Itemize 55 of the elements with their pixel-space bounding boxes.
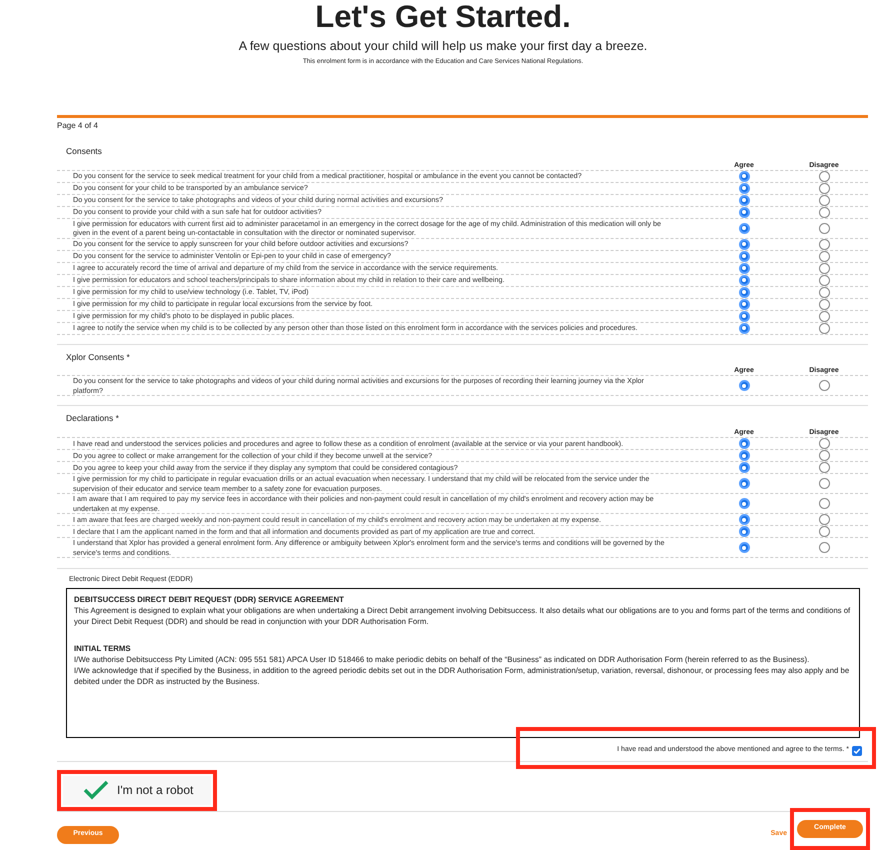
page-title: Let's Get Started. <box>315 0 571 34</box>
radio-button[interactable] <box>738 478 750 489</box>
radio-button[interactable] <box>818 514 830 525</box>
radio-button[interactable] <box>738 462 750 473</box>
radio-button[interactable] <box>738 450 750 461</box>
radio-button[interactable] <box>818 526 830 537</box>
radio-button[interactable] <box>818 274 830 286</box>
radio-button[interactable] <box>738 170 750 182</box>
radio-button[interactable] <box>818 478 830 489</box>
captcha-label: I'm not a robot <box>117 782 194 799</box>
radio-button[interactable] <box>818 194 830 206</box>
radio-button[interactable] <box>738 298 750 310</box>
radio-button[interactable] <box>818 298 830 310</box>
radio-button[interactable] <box>818 542 830 553</box>
radio-button[interactable] <box>738 286 750 298</box>
radio-button[interactable] <box>738 182 750 194</box>
radio-button[interactable] <box>818 438 830 449</box>
radio-button[interactable] <box>738 322 750 334</box>
section-title: Consents <box>66 144 102 158</box>
radio-button[interactable] <box>818 380 830 392</box>
radio-button[interactable] <box>738 222 750 234</box>
radio-button[interactable] <box>738 238 750 250</box>
radio-button[interactable] <box>818 498 830 509</box>
section-title: Xplor Consents * <box>66 350 130 364</box>
radio-button[interactable] <box>818 450 830 461</box>
radio-button[interactable] <box>738 526 750 537</box>
radio-button[interactable] <box>738 206 750 218</box>
radio-button[interactable] <box>818 310 830 322</box>
radio-button[interactable] <box>818 182 830 194</box>
check-icon <box>853 746 861 754</box>
radio-button[interactable] <box>818 170 830 182</box>
radio-button[interactable] <box>738 380 750 392</box>
radio-button[interactable] <box>818 206 830 218</box>
radio-button[interactable] <box>738 542 750 553</box>
radio-button[interactable] <box>818 238 830 250</box>
radio-button[interactable] <box>818 286 830 298</box>
page-indicator: Page 4 of 4 <box>57 120 98 132</box>
radio-button[interactable] <box>738 194 750 206</box>
radio-button[interactable] <box>738 250 750 262</box>
radio-button[interactable] <box>738 274 750 286</box>
radio-button[interactable] <box>818 262 830 274</box>
captcha-widget[interactable]: I'm not a robot <box>63 776 211 804</box>
radio-button[interactable] <box>818 222 830 234</box>
page-subtitle: A few questions about your child will help us make your first day a breeze. <box>238 39 648 53</box>
check-icon <box>83 780 109 800</box>
section-title: Declarations * <box>66 412 119 425</box>
terms-checkbox[interactable] <box>852 746 862 756</box>
radio-button[interactable] <box>738 310 750 322</box>
radio-button[interactable] <box>818 462 830 473</box>
radio-button[interactable] <box>738 498 750 509</box>
radio-button[interactable] <box>818 322 830 334</box>
radio-button[interactable] <box>738 438 750 449</box>
radio-button[interactable] <box>738 262 750 274</box>
radio-button[interactable] <box>818 250 830 262</box>
radio-button[interactable] <box>738 514 750 525</box>
